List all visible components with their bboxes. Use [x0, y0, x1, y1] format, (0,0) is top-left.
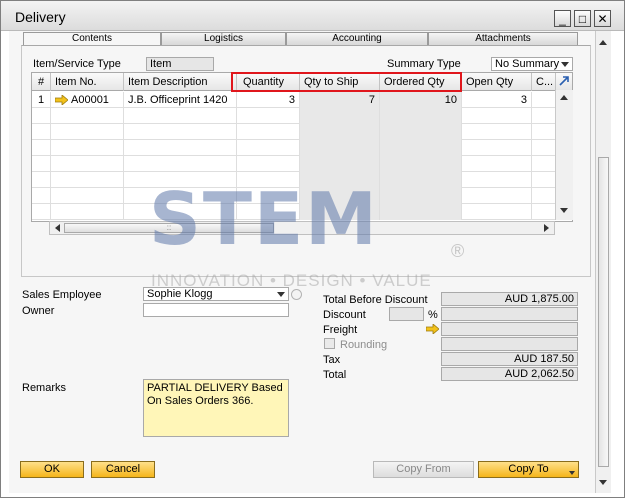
table-row[interactable] — [32, 204, 572, 220]
sales-employee-value: Sophie Klogg — [147, 288, 213, 300]
caret-down-icon — [569, 471, 575, 475]
remarks-textarea[interactable]: PARTIAL DELIVERY Based On Sales Orders 3… — [143, 379, 289, 437]
copy-to-button[interactable]: Copy To — [478, 461, 579, 478]
summary-type-value: No Summary — [495, 58, 560, 70]
scroll-down-icon[interactable] — [599, 480, 607, 485]
tab-attachments[interactable]: Attachments — [428, 32, 578, 45]
row-item-no-cell[interactable]: A00001 — [51, 92, 124, 108]
maximize-button[interactable]: □ — [574, 10, 591, 27]
table-row[interactable]: 1 A00001 J.B. Officeprint 1420 3 7 10 3 — [32, 92, 572, 108]
delivery-window: Delivery _ □ ✕ Contents Logistics Accoun… — [0, 0, 625, 498]
row-item-no: A00001 — [71, 94, 109, 106]
total-before-discount-value: AUD 1,875.00 — [441, 292, 578, 306]
sales-employee-label: Sales Employee — [22, 289, 102, 301]
sales-employee-select[interactable]: Sophie Klogg — [143, 287, 289, 301]
freight-link-arrow-icon[interactable] — [426, 324, 439, 334]
cancel-button[interactable]: Cancel — [91, 461, 155, 478]
tab-logistics[interactable]: Logistics — [161, 32, 286, 45]
discount-amount-field — [441, 307, 578, 321]
row-qty-to-ship: 7 — [300, 92, 380, 108]
col-header-c[interactable]: C... — [532, 73, 556, 91]
row-open-qty: 3 — [462, 92, 532, 108]
discount-label: Discount — [323, 309, 366, 321]
total-label: Total — [323, 369, 347, 381]
close-button[interactable]: ✕ — [594, 10, 611, 27]
scroll-left-icon[interactable] — [55, 224, 60, 232]
discount-percent-field[interactable] — [389, 307, 424, 321]
owner-field[interactable] — [143, 303, 289, 317]
rounding-checkbox[interactable] — [324, 338, 335, 349]
row-num: 1 — [32, 92, 51, 108]
table-row[interactable] — [32, 188, 572, 204]
percent-sign: % — [428, 309, 438, 321]
link-arrow-icon[interactable] — [55, 95, 68, 105]
row-c — [532, 92, 556, 108]
minimize-button[interactable]: _ — [554, 10, 571, 27]
col-header-num[interactable]: # — [32, 73, 51, 91]
rounding-value — [441, 337, 578, 351]
table-row[interactable] — [32, 108, 572, 124]
scroll-up-icon[interactable] — [560, 95, 568, 100]
form-vertical-scrollbar[interactable] — [595, 31, 611, 493]
item-service-type-label: Item/Service Type — [33, 58, 121, 70]
table-row[interactable] — [32, 140, 572, 156]
row-ordered-qty: 10 — [380, 92, 462, 108]
total-before-discount-label: Total Before Discount — [323, 294, 428, 306]
tax-value: AUD 187.50 — [441, 352, 578, 366]
items-grid: # Item No. Item Description Quantity Qty… — [31, 72, 573, 222]
window-title: Delivery — [15, 9, 66, 25]
copy-from-button[interactable]: Copy From — [373, 461, 474, 478]
item-service-type-field[interactable]: Item — [146, 57, 214, 71]
remarks-label: Remarks — [22, 382, 67, 394]
sales-employee-lookup-icon[interactable] — [291, 289, 302, 300]
close-icon: ✕ — [597, 11, 608, 26]
expand-columns-icon[interactable] — [558, 75, 570, 87]
scroll-down-icon[interactable] — [560, 208, 568, 213]
title-bar: Delivery _ □ ✕ — [1, 1, 624, 31]
scroll-up-icon[interactable] — [599, 40, 607, 45]
row-quantity[interactable]: 3 — [237, 92, 300, 108]
total-value: AUD 2,062.50 — [441, 367, 578, 381]
scroll-right-icon[interactable] — [544, 224, 549, 232]
table-row[interactable] — [32, 156, 572, 172]
row-item-description[interactable]: J.B. Officeprint 1420 — [124, 92, 237, 108]
chevron-down-icon — [277, 292, 285, 297]
grid-horizontal-scrollbar[interactable]: :: — [49, 221, 555, 235]
chevron-down-icon — [561, 62, 569, 67]
grid-vertical-scrollbar[interactable] — [555, 90, 573, 220]
freight-label: Freight — [323, 324, 358, 336]
summary-type-select[interactable]: No Summary — [491, 57, 573, 71]
col-header-item-description[interactable]: Item Description — [124, 73, 237, 91]
freight-value — [441, 322, 578, 336]
table-row[interactable] — [32, 172, 572, 188]
ok-button[interactable]: OK — [20, 461, 84, 478]
scroll-thumb-grip: :: — [166, 223, 172, 232]
quantity-columns-highlight — [231, 72, 462, 92]
summary-type-label: Summary Type — [387, 58, 461, 70]
tab-contents[interactable]: Contents — [23, 32, 161, 45]
copy-to-label: Copy To — [508, 463, 549, 475]
col-header-open-qty[interactable]: Open Qty — [462, 73, 532, 91]
tax-label: Tax — [323, 354, 341, 366]
scroll-thumb[interactable] — [598, 157, 609, 467]
rounding-label: Rounding — [340, 339, 388, 351]
tab-accounting[interactable]: Accounting — [286, 32, 428, 45]
scroll-thumb[interactable]: :: — [64, 223, 274, 233]
table-row[interactable] — [32, 124, 572, 140]
minimize-icon: _ — [559, 11, 566, 26]
owner-label: Owner — [22, 305, 55, 317]
maximize-icon: □ — [578, 11, 587, 26]
col-header-item-no[interactable]: Item No. — [51, 73, 124, 91]
